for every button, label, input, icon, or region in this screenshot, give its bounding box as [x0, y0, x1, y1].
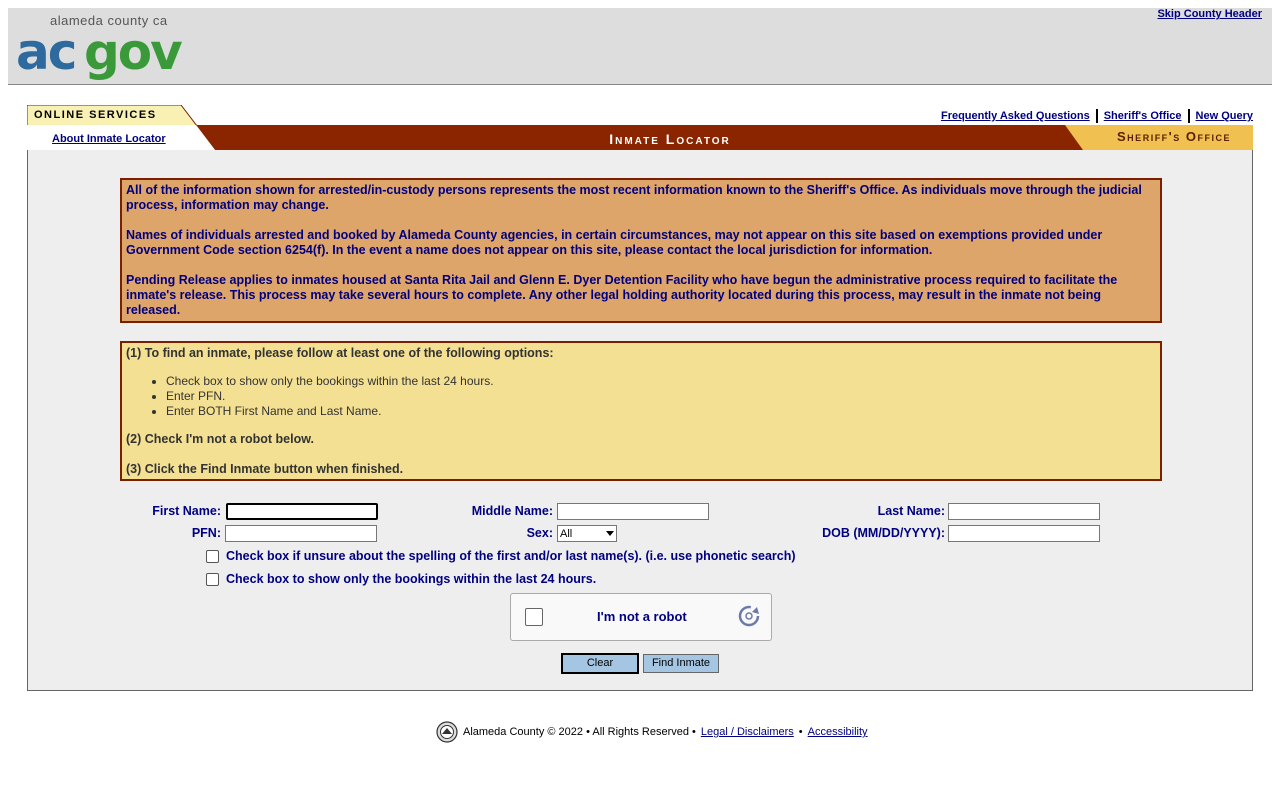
skip-county-header-link[interactable]: Skip County Header — [1157, 8, 1262, 20]
recaptcha-checkbox[interactable] — [525, 608, 543, 626]
first-name-label: First Name: — [152, 504, 221, 518]
last-name-label: Last Name: — [877, 504, 945, 518]
last-24-hours-label: Check box to show only the bookings with… — [226, 572, 597, 586]
middle-name-label: Middle Name: — [471, 504, 553, 518]
instruction-step-1: (1) To find an inmate, please follow at … — [126, 346, 554, 360]
recaptcha-label: I'm not a robot — [597, 609, 687, 624]
instruction-option: Enter PFN. — [166, 389, 1156, 404]
instruction-step-2: (2) Check I'm not a robot below. — [126, 432, 314, 446]
phonetic-search-label: Check box if unsure about the spelling o… — [226, 549, 796, 563]
accessibility-link[interactable]: Accessibility — [808, 726, 868, 738]
new-query-link[interactable]: New Query — [1196, 110, 1253, 122]
faq-link[interactable]: Frequently Asked Questions — [941, 110, 1090, 122]
online-services-label: ONLINE SERVICES — [34, 109, 157, 121]
find-inmate-button[interactable]: Find Inmate — [643, 654, 719, 673]
pfn-label: PFN: — [191, 526, 221, 540]
instruction-option: Enter BOTH First Name and Last Name. — [166, 404, 1156, 419]
main-content: All of the information shown for arreste… — [27, 150, 1253, 691]
notice-paragraph: Pending Release applies to inmates house… — [126, 273, 1118, 317]
top-nav-links: Frequently Asked Questions Sheriff's Off… — [941, 109, 1253, 123]
divider — [1095, 109, 1098, 123]
instruction-option: Check box to show only the bookings with… — [166, 374, 1156, 389]
first-name-input[interactable] — [226, 503, 378, 520]
phonetic-search-checkbox[interactable] — [206, 550, 219, 563]
county-seal-icon — [436, 721, 458, 743]
sheriffs-office-link[interactable]: Sheriff's Office — [1104, 110, 1182, 122]
pfn-input[interactable] — [225, 525, 377, 542]
last-24-hours-checkbox[interactable] — [206, 573, 219, 586]
instruction-step-3: (3) Click the Find Inmate button when fi… — [126, 462, 404, 476]
county-header: alameda county ca ac gov Skip County Hea… — [8, 8, 1272, 85]
notice-paragraph: All of the information shown for arreste… — [126, 183, 1142, 212]
about-inmate-locator-link[interactable]: About Inmate Locator — [52, 133, 166, 145]
acgov-logo[interactable]: alameda county ca ac gov — [16, 13, 196, 85]
recaptcha-widget: I'm not a robot — [510, 593, 772, 641]
acgov-wordmark-icon: ac gov — [16, 25, 184, 81]
notice-box: All of the information shown for arreste… — [120, 178, 1162, 323]
recaptcha-logo-icon — [738, 605, 760, 627]
sex-select-value: All — [560, 527, 573, 540]
page-title: Inmate Locator — [609, 131, 731, 147]
footer-separator: • — [798, 726, 803, 738]
svg-text:ac: ac — [16, 25, 75, 81]
divider — [1187, 109, 1190, 123]
instruction-options: Check box to show only the bookings with… — [126, 374, 1156, 419]
footer-copyright: Alameda County © 2022 • All Rights Reser… — [463, 726, 696, 738]
dob-input[interactable] — [948, 525, 1100, 542]
last-name-input[interactable] — [948, 503, 1100, 520]
footer: Alameda County © 2022 • All Rights Reser… — [436, 721, 868, 743]
dob-label: DOB (MM/DD/YYYY): — [822, 526, 945, 540]
online-services-tab: ONLINE SERVICES — [27, 105, 197, 127]
sex-select[interactable]: All — [557, 525, 617, 542]
instructions-box: (1) To find an inmate, please follow at … — [120, 341, 1162, 481]
legal-disclaimers-link[interactable]: Legal / Disclaimers — [701, 726, 794, 738]
sex-label: Sex: — [526, 526, 553, 540]
notice-paragraph: Names of individuals arrested and booked… — [126, 228, 1103, 257]
chevron-down-icon — [606, 531, 614, 536]
clear-button[interactable]: Clear — [561, 653, 639, 674]
inmate-locator-banner: Inmate Locator Sheriff's Office — [27, 125, 1253, 150]
svg-text:gov: gov — [84, 25, 182, 81]
sheriffs-office-label: Sheriff's Office — [1117, 129, 1231, 144]
middle-name-input[interactable] — [557, 503, 709, 520]
